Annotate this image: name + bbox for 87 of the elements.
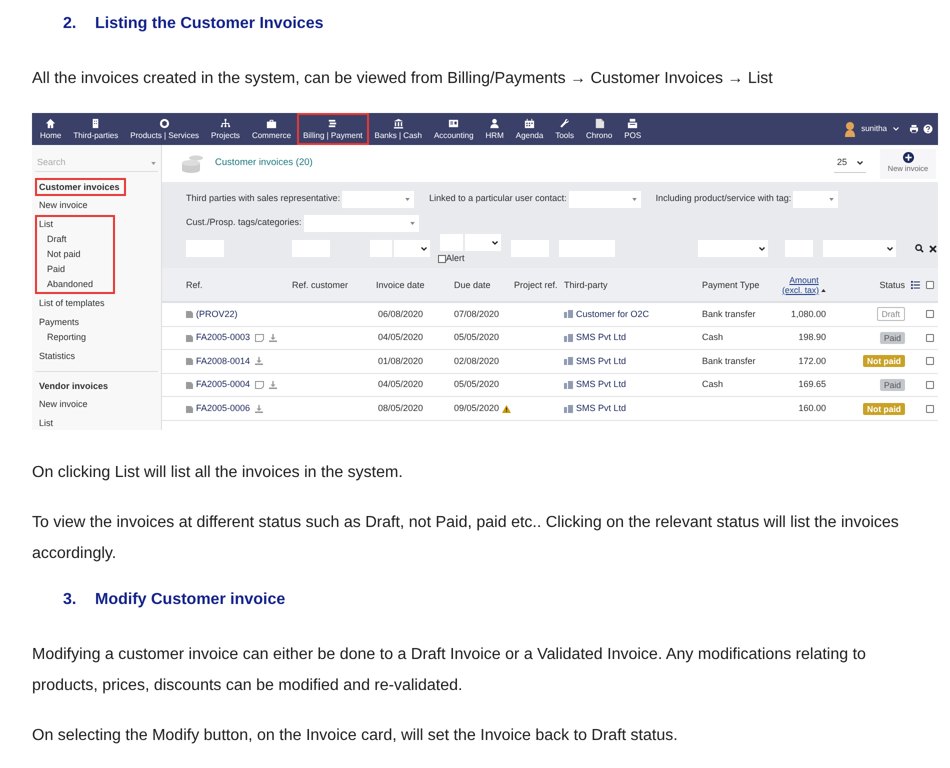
status-badge: Not paid bbox=[863, 402, 905, 415]
menu-tab[interactable]: Agenda bbox=[510, 113, 550, 145]
sidebar-subitem[interactable]: Abandoned bbox=[37, 277, 94, 292]
menu-tab[interactable]: Tools bbox=[549, 113, 580, 145]
menu-tab[interactable]: Products | Services bbox=[124, 113, 206, 145]
invoice-link[interactable]: FA2005-0003 bbox=[196, 331, 250, 345]
column-header: Due date bbox=[454, 280, 492, 290]
sidebar-item[interactable]: List bbox=[37, 416, 56, 430]
heading-number: 2. bbox=[63, 14, 78, 34]
table-cell-text: 172.00 bbox=[797, 354, 826, 368]
sidebar-item[interactable]: List bbox=[37, 217, 56, 232]
filter-label: Third parties with sales representative: bbox=[186, 192, 340, 206]
menu-tab[interactable]: Billing | Payment bbox=[297, 113, 368, 145]
menu-tab[interactable]: Accounting bbox=[428, 113, 480, 145]
sidebar-subitem[interactable]: Draft bbox=[37, 232, 67, 247]
column-header: Third-party bbox=[564, 280, 609, 290]
paragraph: On clicking List will list all the invoices in the system. bbox=[32, 463, 404, 483]
column-header: Invoice date bbox=[376, 280, 426, 290]
table-cell-text: 04/05/2020 bbox=[377, 378, 424, 392]
paragraph: Modifying a customer invoice can either be done to a Draft Invoice or a Validated Invoice. Any modifications relating to products, prices, discounts can be modified and re-validated. bbox=[32, 645, 867, 696]
menu-tab[interactable]: Home bbox=[34, 113, 68, 145]
table-cell-text: 07/08/2020 bbox=[454, 308, 500, 321]
menu-tab[interactable]: POS bbox=[618, 113, 648, 145]
third-party-link[interactable]: SMS Pvt Ltd bbox=[576, 354, 626, 368]
table-cell-text: 1,080.00 bbox=[790, 308, 826, 321]
filter-label: Cust./Prosp. tags/categories: bbox=[186, 216, 302, 230]
table-cell-text: 06/08/2020 bbox=[377, 308, 424, 321]
sidebar-subitem[interactable]: Paid bbox=[37, 262, 66, 277]
sidebar-heading[interactable]: Customer invoices bbox=[35, 178, 126, 196]
page-title: Customer invoices (20) bbox=[215, 156, 313, 170]
sidebar-item[interactable]: Payments bbox=[37, 315, 82, 330]
sidebar-item[interactable]: New invoice bbox=[37, 198, 90, 213]
table-cell-text: 01/08/2020 bbox=[377, 354, 424, 368]
paragraph: On selecting the Modify button, on the Invoice card, will set the Invoice back to Draft status. bbox=[32, 726, 679, 746]
sidebar-item[interactable]: New invoice bbox=[37, 397, 90, 412]
third-party-link[interactable]: SMS Pvt Ltd bbox=[576, 402, 626, 416]
table-cell-text: 169.65 bbox=[797, 378, 826, 392]
column-header: Payment Type bbox=[702, 280, 760, 290]
column-header[interactable]: Amount (excl. tax) bbox=[782, 274, 826, 294]
table-cell-text: 04/05/2020 bbox=[377, 331, 424, 344]
invoice-link[interactable]: FA2005-0006 bbox=[196, 402, 250, 416]
menu-tab[interactable]: Commerce bbox=[246, 113, 298, 145]
table-cell-text: Cash bbox=[702, 378, 724, 392]
third-party-link[interactable]: SMS Pvt Ltd bbox=[576, 378, 626, 392]
filter-label: Including product/service with tag: bbox=[656, 192, 792, 206]
filter-label: Linked to a particular user contact: bbox=[429, 192, 567, 206]
sidebar-subitem[interactable]: Not paid bbox=[37, 247, 81, 262]
table-cell-text: Bank transfer bbox=[702, 354, 757, 368]
paragraph: To view the invoices at different status such as Draft, not Paid, paid etc.. Clicking on the relevant status will list the invoices accordingly. bbox=[32, 513, 900, 564]
sidebar-item[interactable]: List of templates bbox=[37, 296, 107, 311]
table-cell-text: 05/05/2020 bbox=[454, 378, 500, 392]
status-badge: Paid bbox=[880, 332, 905, 344]
status-badge: Paid bbox=[880, 379, 905, 392]
status-badge: Draft bbox=[876, 307, 905, 322]
sidebar-heading[interactable]: Vendor invoices bbox=[35, 377, 114, 395]
table-cell-text: 09/05/2020 bbox=[454, 402, 500, 415]
column-header: Ref. bbox=[186, 280, 204, 290]
table-cell-text: 198.90 bbox=[797, 331, 826, 344]
section-heading: Listing the Customer Invoices bbox=[95, 14, 324, 34]
table-cell-text: 160.00 bbox=[797, 402, 826, 415]
sidebar-subitem[interactable]: Reporting bbox=[37, 330, 86, 345]
menu-tab[interactable]: HRM bbox=[480, 113, 510, 145]
table-cell-text: 05/05/2020 bbox=[454, 331, 500, 344]
table-cell-text: Cash bbox=[702, 331, 724, 344]
page-size-select[interactable]: 25 bbox=[834, 154, 866, 172]
menu-tab[interactable]: Projects bbox=[205, 113, 246, 145]
third-party-link[interactable]: Customer for O2C bbox=[576, 308, 650, 322]
alert-label: Alert bbox=[446, 252, 465, 265]
heading-number: 3. bbox=[63, 590, 78, 610]
column-header: Status bbox=[878, 280, 905, 290]
menu-tab[interactable]: Third-parties bbox=[67, 113, 124, 145]
status-badge: Not paid bbox=[863, 355, 905, 368]
user-name[interactable]: sunitha bbox=[861, 123, 887, 135]
sidebar-item[interactable]: Statistics bbox=[37, 349, 78, 364]
invoice-link[interactable]: (PROV22) bbox=[196, 308, 238, 322]
paragraph: All the invoices created in the system, can be viewed from Billing/Payments → Customer Invoices → List bbox=[32, 69, 774, 89]
column-header: Ref. customer bbox=[292, 280, 350, 290]
section-heading: Modify Customer invoice bbox=[95, 590, 286, 610]
table-cell-text: Bank transfer bbox=[702, 308, 757, 321]
menu-tab[interactable]: Chrono bbox=[580, 113, 618, 145]
menu-tab[interactable]: Banks | Cash bbox=[368, 113, 428, 145]
invoice-link[interactable]: FA2008-0014 bbox=[196, 354, 250, 368]
column-header: Project ref. bbox=[514, 280, 559, 290]
table-cell-text: 08/05/2020 bbox=[377, 402, 424, 415]
table-cell-text: 02/08/2020 bbox=[454, 354, 500, 368]
third-party-link[interactable]: SMS Pvt Ltd bbox=[576, 331, 626, 345]
invoice-link[interactable]: FA2005-0004 bbox=[196, 378, 250, 392]
